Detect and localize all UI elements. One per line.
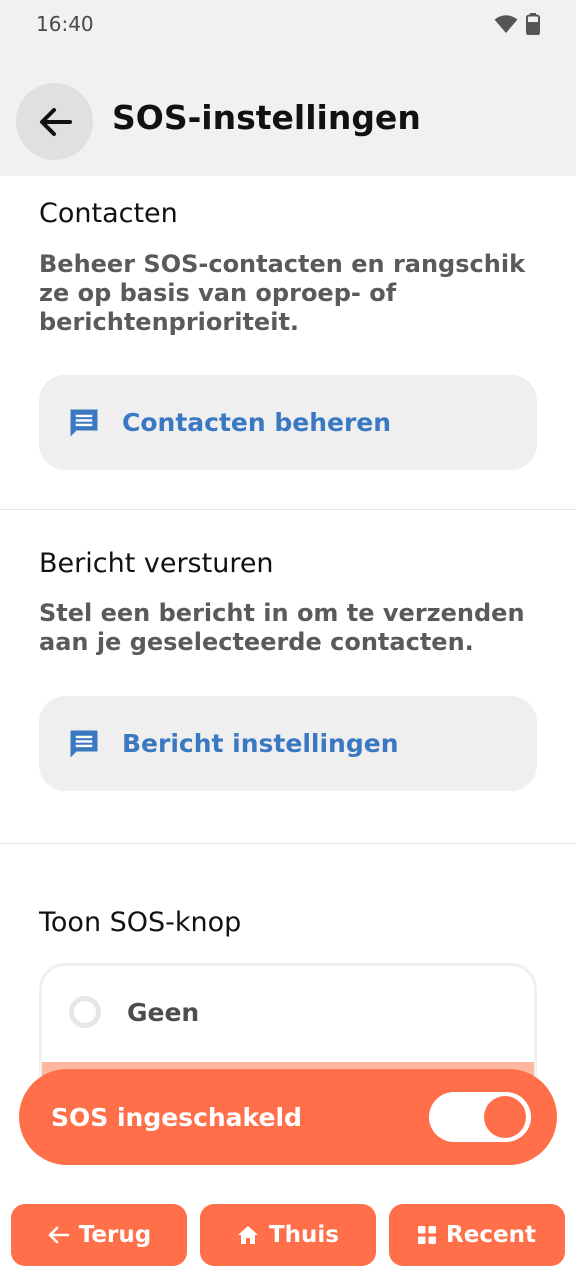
status-icons [494,13,540,35]
toggle-knob [484,1096,526,1138]
section-divider [0,843,576,844]
arrow-back-icon [39,107,72,136]
nav-home-label: Thuis [268,1222,339,1248]
show-sos-button-title: Toon SOS-knop [39,907,242,938]
home-icon [237,1226,258,1244]
grid-icon [418,1226,437,1244]
arrow-back-icon [48,1226,69,1244]
section-divider [0,509,576,510]
message-section-title: Bericht versturen [39,548,274,579]
option-none[interactable]: Geen [42,966,534,1058]
contacts-section-description: Beheer SOS-contacten en rangschik ze op … [39,250,526,336]
status-time: 16:40 [36,12,94,36]
app-bar: SOS-instellingen [0,52,576,176]
message-settings-label: Bericht instellingen [122,729,399,758]
back-button[interactable] [16,83,93,160]
radio-button[interactable] [69,996,101,1028]
message-section-description: Stel een bericht in om te verzenden aan … [39,599,525,656]
sos-enabled-label: SOS ingeschakeld [51,1102,302,1132]
wifi-icon [494,15,518,33]
nav-back-button[interactable]: Terug [11,1204,187,1266]
manage-contacts-button[interactable]: Contacten beheren [39,375,537,470]
nav-recent-button[interactable]: Recent [389,1204,565,1266]
message-settings-button[interactable]: Bericht instellingen [39,696,537,791]
status-bar: 16:40 [0,0,576,52]
message-icon [70,409,98,436]
nav-recent-label: Recent [446,1222,536,1248]
contacts-section-title: Contacten [39,198,178,229]
nav-back-label: Terug [78,1222,152,1248]
nav-home-button[interactable]: Thuis [200,1204,376,1266]
manage-contacts-label: Contacten beheren [122,408,392,437]
message-icon [70,730,98,757]
option-none-label: Geen [127,997,200,1027]
page-title: SOS-instellingen [112,98,421,137]
sos-toggle[interactable] [429,1092,531,1142]
sos-enabled-bar[interactable]: SOS ingeschakeld [19,1069,557,1165]
battery-icon [526,13,540,35]
